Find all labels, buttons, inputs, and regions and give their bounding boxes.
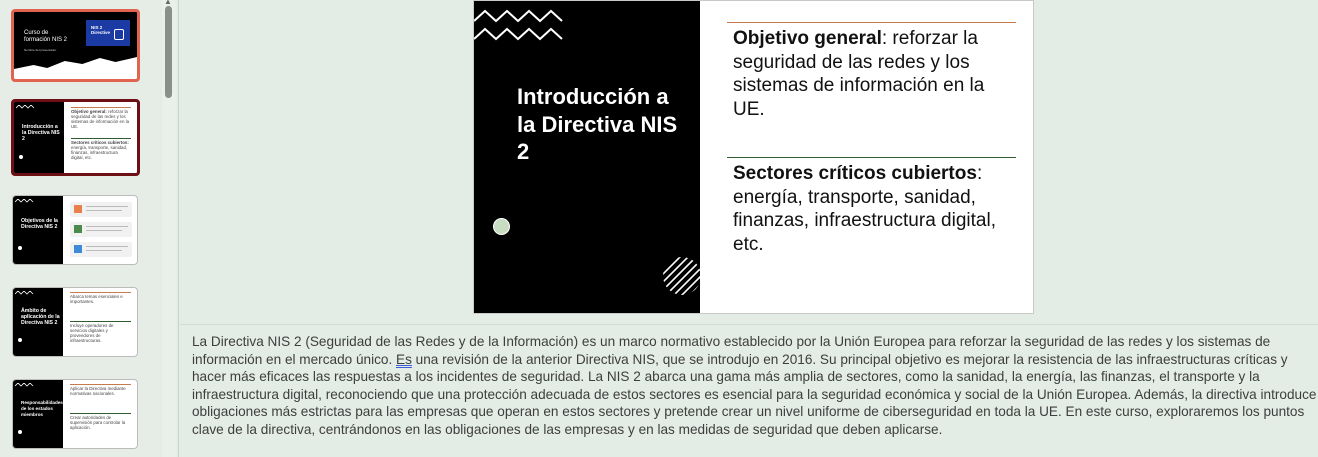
thumb2-text2: Sectores críticos cubiertos: energía, tr… bbox=[71, 140, 131, 160]
thumb5-title: Responsabilidades de los estados miembro… bbox=[21, 400, 63, 417]
thumb2-text1: Objetivo general: reforzar la seguridad … bbox=[71, 109, 131, 129]
thumb-dot bbox=[18, 338, 22, 342]
slide-canvas[interactable]: Introducción a la Directiva NIS 2 Objeti… bbox=[473, 0, 1034, 314]
grammar-flagged-word[interactable]: Es bbox=[396, 352, 412, 367]
thumb2-title: Introducción a la Directiva NIS 2 bbox=[22, 124, 60, 142]
slide-thumbnail-2[interactable]: Introducción a la Directiva NIS 2 Objeti… bbox=[11, 99, 140, 176]
wave-decoration bbox=[14, 57, 137, 79]
slide-thumbnail-3[interactable]: Objetivos de la Directiva NIS 2 bbox=[12, 195, 138, 265]
circle-decoration bbox=[493, 218, 510, 235]
zigzag-decoration bbox=[15, 383, 34, 387]
thumb-rule bbox=[71, 138, 131, 139]
speaker-notes[interactable]: La Directiva NIS 2 (Seguridad de las Red… bbox=[192, 333, 1318, 439]
green-rule bbox=[727, 157, 1016, 158]
zigzag-decoration bbox=[16, 105, 35, 109]
thumb-dot bbox=[18, 246, 22, 250]
zigzag-decoration bbox=[474, 9, 563, 41]
thumb4-text1: Abarca temas esenciales e importantes. bbox=[70, 294, 123, 304]
scrollbar-thumb[interactable] bbox=[165, 6, 172, 98]
thumb-card bbox=[70, 222, 132, 237]
thumb-card bbox=[70, 242, 132, 257]
slide-title[interactable]: Introducción a la Directiva NIS 2 bbox=[517, 83, 687, 166]
slide-thumbnail-1[interactable]: Curso de formación NIS 2 Nombre del pres… bbox=[11, 9, 140, 82]
thumb1-subtitle: Nombre del presentador bbox=[24, 48, 57, 52]
hatched-circle-decoration bbox=[663, 257, 700, 295]
zigzag-decoration bbox=[15, 291, 34, 295]
notes-divider[interactable] bbox=[180, 324, 1318, 325]
people-icon bbox=[74, 205, 82, 213]
chart-icon bbox=[74, 225, 82, 233]
zigzag-decoration bbox=[15, 199, 34, 203]
thumb2-text2-rest: energía, transporte, sanidad, finanzas, … bbox=[71, 145, 128, 160]
objective-text[interactable]: Objetivo general: reforzar la seguridad … bbox=[733, 27, 1015, 121]
pane-divider[interactable] bbox=[178, 0, 179, 457]
thumb-card bbox=[70, 202, 132, 217]
thumb5-text2: Crear autoridades de supervisión para co… bbox=[70, 415, 126, 430]
thumb4-text2: Incluye operadores de servicios digitale… bbox=[70, 323, 114, 343]
thumb1-title: Curso de formación NIS 2 bbox=[24, 30, 68, 43]
slide-thumbnail-pane[interactable]: Curso de formación NIS 2 Nombre del pres… bbox=[0, 0, 160, 457]
thumb-rule bbox=[70, 413, 131, 414]
thumb-dot bbox=[19, 155, 23, 159]
thumb-rule bbox=[70, 384, 131, 385]
sectors-label: Sectores críticos cubiertos bbox=[733, 163, 977, 184]
lock-icon bbox=[114, 29, 124, 40]
thumb-dot bbox=[18, 430, 22, 434]
slide-thumbnail-5[interactable]: Responsabilidades de los estados miembro… bbox=[12, 379, 138, 449]
slide-thumbnail-4[interactable]: Ámbito de aplicación de la Directiva NIS… bbox=[12, 287, 138, 357]
thumb4-title: Ámbito de aplicación de la Directiva NIS… bbox=[21, 308, 60, 326]
thumb3-title: Objetivos de la Directiva NIS 2 bbox=[21, 218, 58, 230]
thumb-rule bbox=[71, 107, 131, 108]
thumb-black-panel bbox=[13, 196, 63, 264]
thumb1-flag-text: NIS 2 Directive bbox=[91, 25, 111, 35]
orange-rule bbox=[727, 22, 1016, 23]
sectors-text[interactable]: Sectores críticos cubiertos: energía, tr… bbox=[733, 162, 1015, 256]
thumb-rule bbox=[70, 292, 131, 293]
thumbnail-scrollbar[interactable]: ▲ bbox=[162, 0, 176, 457]
thumb5-text1: Aplicar la Directiva mediante normativas… bbox=[70, 386, 126, 396]
eu-flag-image: NIS 2 Directive bbox=[86, 20, 130, 46]
thumb-rule bbox=[70, 321, 131, 322]
objective-label: Objetivo general bbox=[733, 28, 882, 49]
lock-icon bbox=[74, 245, 82, 253]
